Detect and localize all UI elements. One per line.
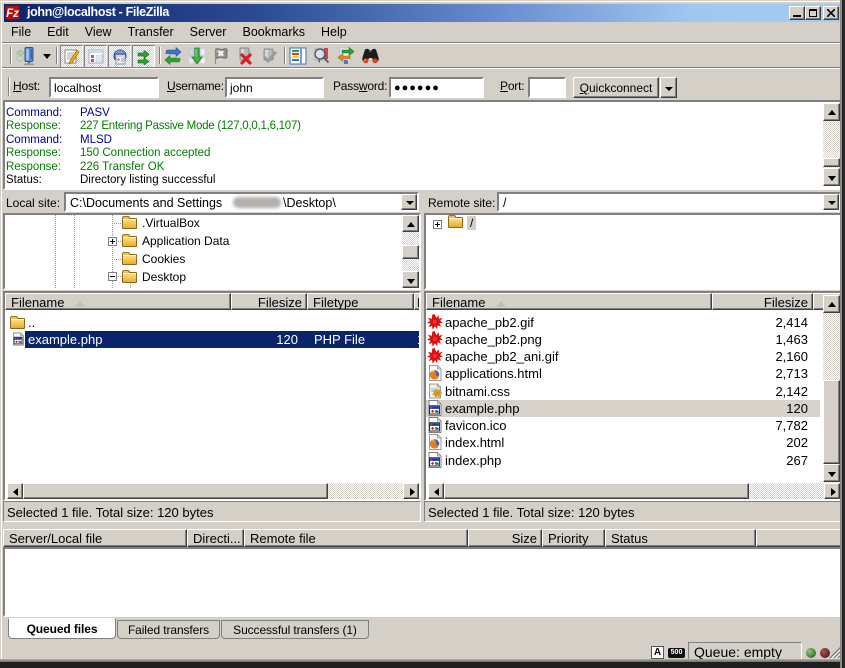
svg-text:Fz: Fz: [6, 8, 19, 20]
